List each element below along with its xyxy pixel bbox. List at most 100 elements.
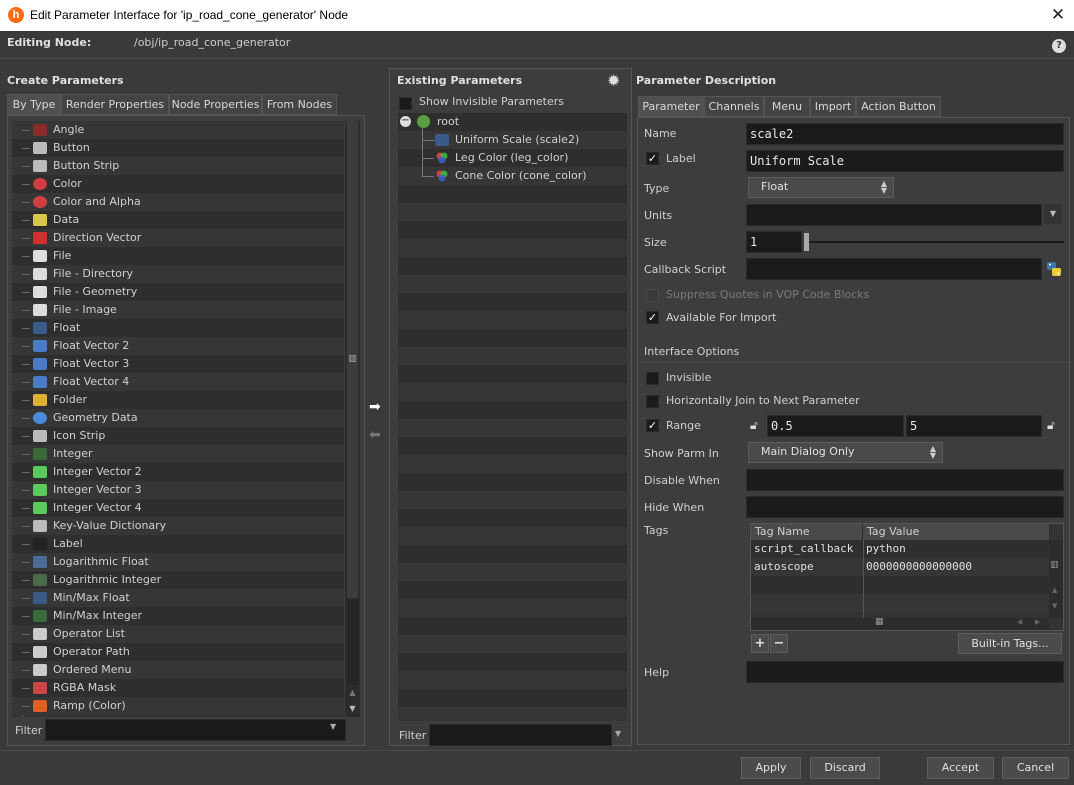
scroll-left-icon[interactable]: ◀ (1017, 618, 1022, 626)
parameter-type-list[interactable]: Angle Button Button Strip Color Color and Al… (12, 121, 344, 717)
list-item[interactable]: File - Directory (12, 265, 344, 283)
list-item[interactable]: File - Image (12, 301, 344, 319)
tab-channels[interactable]: Channels (704, 96, 764, 117)
tags-horizontal-scrollbar[interactable]: ▦ ◀ ▶ (751, 617, 1049, 630)
discard-button[interactable]: Discard (810, 757, 880, 779)
units-input[interactable] (746, 204, 1042, 226)
create-filter-input[interactable] (45, 719, 346, 741)
size-slider-handle[interactable] (804, 233, 809, 251)
tags-table[interactable]: Tag Name Tag Value script_callback pytho… (750, 523, 1064, 631)
list-item[interactable]: Icon Strip (12, 427, 344, 445)
list-item[interactable]: Ramp (Color) (12, 697, 344, 715)
units-dropdown-icon[interactable]: ▼ (1044, 204, 1062, 224)
existing-filter-dropdown-icon[interactable]: ▼ (615, 729, 621, 738)
list-item[interactable]: File (12, 247, 344, 265)
invisible-checkbox[interactable] (646, 372, 659, 385)
scroll-down-icon[interactable]: ▼ (1052, 602, 1057, 610)
help-input[interactable] (746, 661, 1064, 683)
list-item[interactable]: Logarithmic Integer (12, 571, 344, 589)
list-item[interactable]: Data (12, 211, 344, 229)
tab-by-type[interactable]: By Type (7, 94, 61, 115)
scroll-up-icon[interactable]: ▲ (345, 685, 360, 701)
list-item[interactable]: Logarithmic Float (12, 553, 344, 571)
tab-parameter[interactable]: Parameter (638, 96, 704, 117)
list-item[interactable]: Geometry Data (12, 409, 344, 427)
list-item[interactable]: Button (12, 139, 344, 157)
type-select[interactable]: Float ▲ ▼ (748, 177, 894, 198)
list-item[interactable]: Min/Max Float (12, 589, 344, 607)
splitter-grip-icon[interactable]: ▥ (347, 353, 358, 365)
list-item[interactable]: Key-Value Dictionary (12, 517, 344, 535)
splitter-grip-icon[interactable]: ▦ (875, 617, 884, 627)
close-icon[interactable]: ✕ (1048, 4, 1068, 26)
tags-vertical-scrollbar[interactable]: ▥ ▲ ▼ (1049, 540, 1063, 618)
accept-button[interactable]: Accept (927, 757, 994, 779)
tab-menu[interactable]: Menu (764, 96, 810, 117)
tag-value-cell[interactable]: python (866, 540, 906, 558)
builtin-tags-button[interactable]: Built-in Tags... (958, 633, 1062, 654)
callback-script-input[interactable] (746, 258, 1042, 280)
help-icon[interactable]: ? (1052, 39, 1066, 53)
range-min-input[interactable]: 0.5 (767, 415, 904, 437)
range-min-lock-icon[interactable]: 🔓︎ (750, 418, 758, 433)
scroll-up-icon[interactable]: ▲ (1052, 586, 1057, 594)
suppress-quotes-checkbox[interactable] (646, 289, 659, 302)
type-list-scrollbar[interactable]: ▥ ▲ ▼ (345, 121, 360, 717)
tag-name-cell[interactable]: autoscope (754, 558, 814, 576)
tree-parameter-item[interactable]: Uniform Scale (scale2) (455, 131, 579, 149)
list-item[interactable]: Integer Vector 4 (12, 499, 344, 517)
tags-header-value[interactable]: Tag Value (863, 524, 1049, 540)
list-item[interactable]: Operator List (12, 625, 344, 643)
list-item[interactable]: Color and Alpha (12, 193, 344, 211)
list-item[interactable]: Operator Path (12, 643, 344, 661)
tag-name-cell[interactable]: script_callback (754, 540, 853, 558)
tree-parameter-item[interactable]: Leg Color (leg_color) (455, 149, 568, 167)
list-item[interactable]: Integer Vector 2 (12, 463, 344, 481)
remove-parameter-arrow-icon[interactable]: ⬅ (369, 427, 381, 443)
python-icon[interactable] (1046, 261, 1062, 277)
list-item[interactable]: Float Vector 4 (12, 373, 344, 391)
tag-value-cell[interactable]: 0000000000000000 (866, 558, 972, 576)
tree-root-label[interactable]: root (437, 113, 459, 131)
list-item[interactable]: Ordered Menu (12, 661, 344, 679)
splitter-grip-icon[interactable]: ▥ (1050, 560, 1059, 570)
range-checkbox[interactable]: ✓ (646, 419, 659, 432)
add-tag-button[interactable]: + (751, 634, 769, 653)
tree-parameter-item[interactable]: Cone Color (cone_color) (455, 167, 587, 185)
size-slider-track[interactable] (808, 241, 1064, 243)
list-item[interactable]: Float (12, 319, 344, 337)
gear-icon[interactable]: ✹ (607, 71, 620, 90)
tab-import[interactable]: Import (810, 96, 856, 117)
join-next-checkbox[interactable] (646, 395, 659, 408)
filter-dropdown-icon[interactable]: ▼ (330, 722, 336, 731)
list-item[interactable]: Integer Vector 3 (12, 481, 344, 499)
size-input[interactable]: 1 (746, 231, 802, 253)
list-item[interactable]: Angle (12, 121, 344, 139)
disable-when-input[interactable] (746, 469, 1064, 491)
list-item[interactable]: File - Geometry (12, 283, 344, 301)
tab-render-properties[interactable]: Render Properties (61, 94, 169, 115)
list-item[interactable]: Integer (12, 445, 344, 463)
list-item[interactable]: Direction Vector (12, 229, 344, 247)
tab-from-nodes[interactable]: From Nodes (262, 94, 337, 115)
list-item[interactable]: Folder (12, 391, 344, 409)
scroll-down-icon[interactable]: ▼ (345, 701, 360, 717)
list-item[interactable]: RGBA Mask (12, 679, 344, 697)
list-item[interactable]: Min/Max Integer (12, 607, 344, 625)
show-invisible-checkbox[interactable] (399, 97, 412, 110)
scrollbar-thumb[interactable] (347, 599, 358, 685)
cancel-button[interactable]: Cancel (1002, 757, 1069, 779)
scroll-right-icon[interactable]: ▶ (1035, 618, 1040, 626)
label-checkbox[interactable]: ✓ (646, 152, 659, 165)
list-item[interactable]: Color (12, 175, 344, 193)
range-max-input[interactable]: 5 (906, 415, 1042, 437)
existing-parameters-tree[interactable]: − root Uniform Scale (scale2) Leg Color (le… (398, 113, 627, 721)
list-item[interactable]: Button Strip (12, 157, 344, 175)
tab-action-button[interactable]: Action Button (856, 96, 941, 117)
hide-when-input[interactable] (746, 496, 1064, 518)
tab-node-properties[interactable]: Node Properties (169, 94, 262, 115)
list-item[interactable]: Float Vector 3 (12, 355, 344, 373)
tags-header-name[interactable]: Tag Name (751, 524, 863, 540)
show-parm-select[interactable]: Main Dialog Only ▲ ▼ (748, 442, 943, 463)
label-input[interactable]: Uniform Scale (746, 150, 1064, 172)
